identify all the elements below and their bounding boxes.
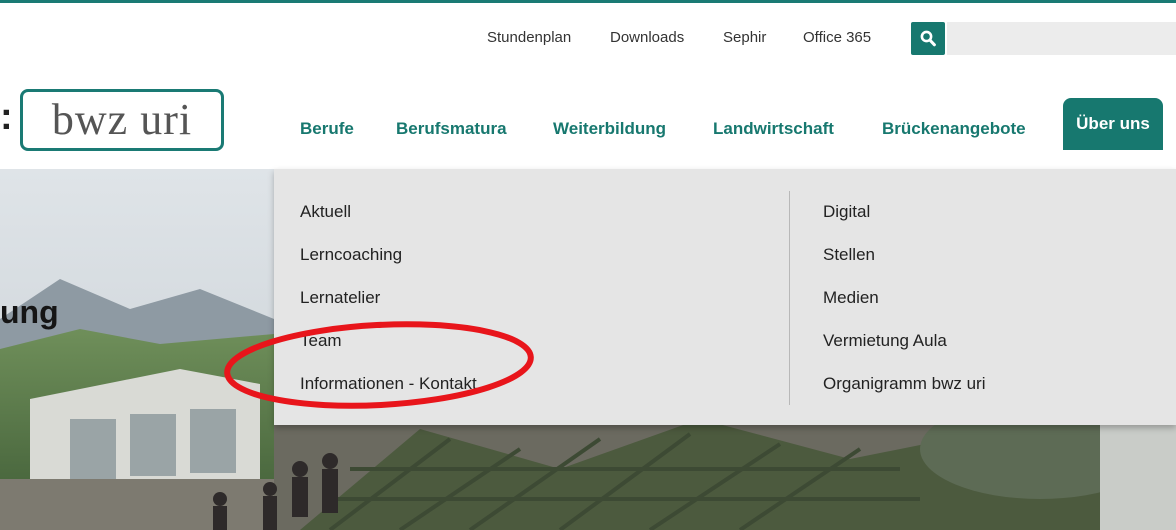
utility-link-office-365[interactable]: Office 365 bbox=[803, 29, 871, 46]
nav-landwirtschaft[interactable]: Landwirtschaft bbox=[713, 119, 834, 139]
logo-text: bwz uri bbox=[51, 95, 193, 144]
menu-item-medien[interactable]: Medien bbox=[823, 288, 879, 308]
menu-divider bbox=[789, 191, 790, 405]
nav-brueckenangebote[interactable]: Brückenangebote bbox=[882, 119, 1026, 139]
site-header: : bwz uri Berufe Berufsmatura Weiterbild… bbox=[0, 69, 1176, 169]
menu-item-aktuell[interactable]: Aktuell bbox=[300, 202, 351, 222]
search-icon bbox=[920, 30, 936, 47]
menu-item-team[interactable]: Team bbox=[300, 331, 342, 351]
utility-link-downloads[interactable]: Downloads bbox=[610, 29, 684, 46]
search-button[interactable] bbox=[911, 22, 945, 55]
search-input[interactable] bbox=[947, 22, 1176, 55]
menu-item-organigramm[interactable]: Organigramm bwz uri bbox=[823, 374, 986, 394]
utility-link-stundenplan[interactable]: Stundenplan bbox=[487, 29, 571, 46]
nav-berufsmatura[interactable]: Berufsmatura bbox=[396, 119, 507, 139]
logo-prefix: : bbox=[0, 96, 13, 138]
utility-link-sephir[interactable]: Sephir bbox=[723, 29, 766, 46]
nav-berufe[interactable]: Berufe bbox=[300, 119, 354, 139]
menu-item-informationen-kontakt[interactable]: Informationen - Kontakt bbox=[300, 374, 477, 394]
menu-item-vermietung-aula[interactable]: Vermietung Aula bbox=[823, 331, 947, 351]
site-logo[interactable]: bwz uri bbox=[20, 89, 224, 151]
menu-item-lernatelier[interactable]: Lernatelier bbox=[300, 288, 380, 308]
nav-weiterbildung[interactable]: Weiterbildung bbox=[553, 119, 666, 139]
ueber-uns-dropdown: Aktuell Lerncoaching Lernatelier Team In… bbox=[274, 169, 1176, 425]
menu-item-digital[interactable]: Digital bbox=[823, 202, 870, 222]
hero-headline: ung bbox=[0, 294, 59, 330]
utility-bar: Stundenplan Downloads Sephir Office 365 bbox=[0, 3, 1176, 69]
nav-ueber-uns[interactable]: Über uns bbox=[1063, 98, 1163, 150]
menu-item-lerncoaching[interactable]: Lerncoaching bbox=[300, 245, 402, 265]
menu-item-stellen[interactable]: Stellen bbox=[823, 245, 875, 265]
